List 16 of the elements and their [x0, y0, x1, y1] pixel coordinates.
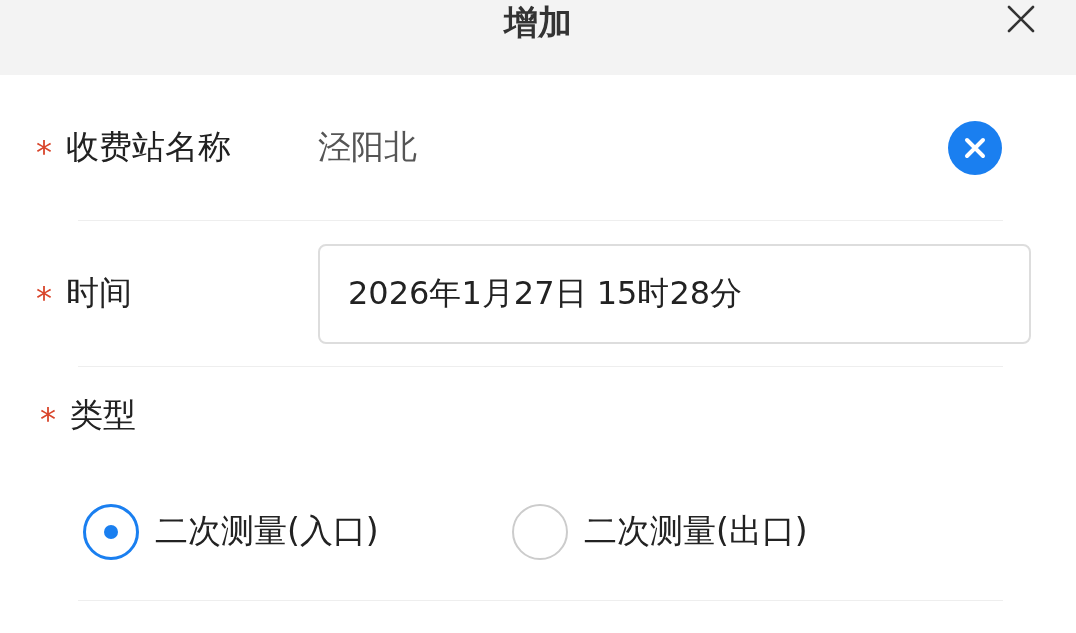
- dialog-title: 增加: [504, 2, 572, 42]
- clear-icon[interactable]: [948, 120, 1002, 175]
- close-icon: [1006, 4, 1036, 34]
- field-label: 类型: [70, 393, 137, 436]
- close-button[interactable]: [1006, 4, 1036, 34]
- time-input-field[interactable]: 2026年1月27日 15时28分: [318, 243, 1031, 344]
- station-name-value: 泾阳北: [318, 126, 418, 168]
- radio-label[interactable]: 二次测量(出口): [584, 509, 808, 554]
- field-label: 收费站名称: [66, 126, 232, 168]
- radio-button[interactable]: [512, 503, 568, 560]
- radio-button[interactable]: [83, 503, 139, 560]
- required-mark: *: [40, 400, 57, 438]
- radio-label[interactable]: 二次测量(入口): [155, 509, 379, 554]
- field-label: 时间: [66, 272, 133, 314]
- required-mark: *: [36, 278, 53, 317]
- required-mark: *: [36, 132, 53, 171]
